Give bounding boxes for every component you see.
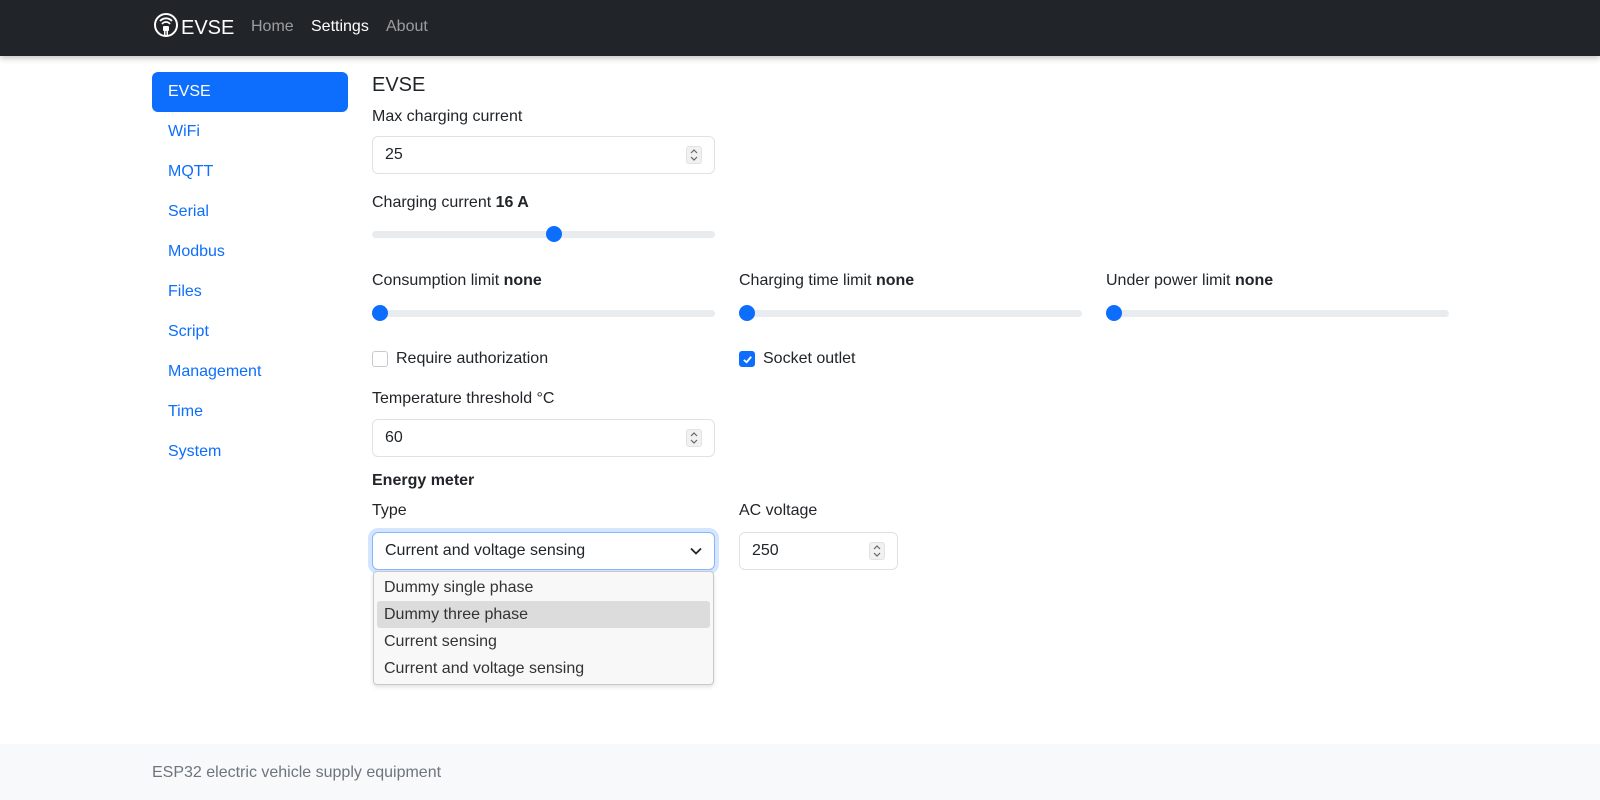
under-power-limit-value: none [1234,272,1274,289]
socket-outlet-checkbox[interactable] [739,351,755,367]
consumption-limit-label: Consumption limit none [372,272,542,289]
require-auth-label: Require authorization [396,350,549,367]
page-footer: ESP32 electric vehicle supply equipment [0,744,1600,800]
slider-track [372,310,715,317]
ac-voltage-input[interactable]: 250 [739,532,898,570]
sidebar-item-serial[interactable]: Serial [152,192,348,232]
meter-type-value: Current and voltage sensing [385,542,586,559]
sidebar-item-management[interactable]: Management [152,352,348,392]
sidebar-item-script[interactable]: Script [152,312,348,352]
checkmark-icon [742,355,752,364]
ac-voltage-value: 250 [752,542,779,559]
sidebar-item-evse[interactable]: EVSE [152,72,348,112]
settings-sidebar: EVSE WiFi MQTT Serial Modbus Files Scrip… [152,72,348,472]
brand-link[interactable]: EVSE [152,13,234,43]
meter-type-dropdown: Dummy single phase Dummy three phase Cur… [373,571,714,685]
dropdown-option[interactable]: Current and voltage sensing [377,655,710,682]
under-power-limit-label: Under power limit none [1106,272,1274,289]
slider-thumb[interactable] [545,226,562,242]
chevron-down-icon [690,547,702,555]
spinner-icon[interactable] [686,429,702,447]
spinner-icon[interactable] [869,542,885,560]
sidebar-item-time[interactable]: Time [152,392,348,432]
section-title: EVSE [372,74,426,96]
top-navbar: EVSE Home Settings About [0,0,1600,56]
brand-name: EVSE [181,16,235,39]
slider-track [372,231,715,238]
charging-time-limit-value: none [875,272,915,289]
sidebar-item-system[interactable]: System [152,432,348,472]
sidebar-item-mqtt[interactable]: MQTT [152,152,348,192]
settings-main: EVSE Max charging current 25 Charging cu… [372,72,1452,732]
temp-threshold-input[interactable]: 60 [372,419,715,457]
under-power-limit-slider[interactable] [1106,305,1449,321]
charging-time-limit-label: Charging time limit none [739,272,915,289]
charging-current-value: 16 A [495,194,529,211]
socket-outlet-row[interactable]: Socket outlet [739,350,856,368]
charging-time-limit-slider[interactable] [739,305,1082,321]
temp-threshold-value: 60 [385,429,403,446]
meter-type-select[interactable]: Current and voltage sensing [372,532,715,570]
slider-thumb[interactable] [739,305,755,321]
spinner-icon[interactable] [686,146,702,164]
charging-current-slider[interactable] [372,226,715,242]
max-current-label: Max charging current [372,108,523,125]
charging-current-label: Charging current 16 A [372,194,529,211]
footer-text: ESP32 electric vehicle supply equipment [152,764,442,781]
require-auth-row[interactable]: Require authorization [372,350,548,368]
slider-track [1106,310,1449,317]
consumption-limit-value: none [503,272,542,289]
max-current-input[interactable]: 25 [372,136,715,174]
sidebar-item-wifi[interactable]: WiFi [152,112,348,152]
nav-settings[interactable]: Settings [311,18,369,36]
meter-type-label: Type [372,502,407,519]
consumption-limit-slider[interactable] [372,305,715,321]
sidebar-item-files[interactable]: Files [152,272,348,312]
slider-thumb[interactable] [372,305,388,321]
slider-track [739,310,1082,317]
sidebar-item-modbus[interactable]: Modbus [152,232,348,272]
dropdown-option-highlighted[interactable]: Dummy three phase [377,601,710,628]
dropdown-option[interactable]: Current sensing [377,628,710,655]
socket-outlet-label: Socket outlet [763,350,856,367]
nav-about[interactable]: About [386,18,428,36]
ac-voltage-label: AC voltage [739,502,818,519]
temp-threshold-label: Temperature threshold °C [372,390,555,407]
nav-home[interactable]: Home [251,18,294,36]
dropdown-option[interactable]: Dummy single phase [377,574,710,601]
require-auth-checkbox[interactable] [372,351,388,367]
energy-meter-heading: Energy meter [372,472,475,489]
max-current-value: 25 [385,146,403,163]
slider-thumb[interactable] [1106,305,1122,321]
wireless-plug-icon [152,11,181,45]
